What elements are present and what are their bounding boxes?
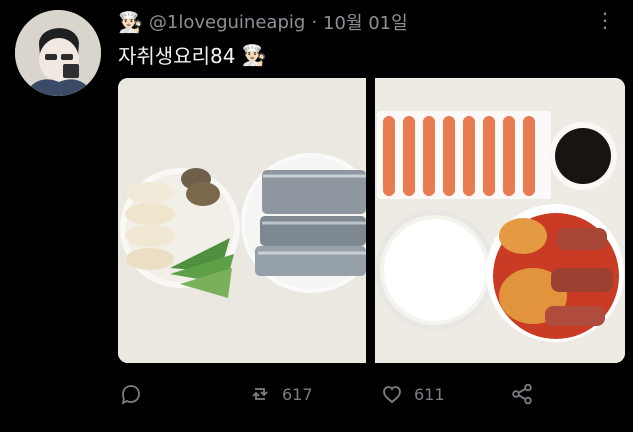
photo-right[interactable] xyxy=(375,78,625,363)
tweet-actions: 617 611 xyxy=(118,382,613,412)
avatar[interactable] xyxy=(15,10,101,96)
media-grid[interactable] xyxy=(118,78,625,363)
reply-icon xyxy=(121,385,140,405)
chef-emoji-trailing: 👨🏻‍🍳 xyxy=(241,42,267,67)
like-count: 611 xyxy=(414,384,445,404)
share-button[interactable] xyxy=(510,382,534,406)
retweet-count: 617 xyxy=(282,384,313,404)
heart-icon xyxy=(383,386,401,404)
retweet-icon xyxy=(252,388,268,400)
chef-emoji: 👨🏻‍🍳 xyxy=(118,10,143,34)
tweet-text-body: 자취생요리84 xyxy=(118,44,236,68)
avatar-illustration xyxy=(15,10,101,96)
like-button[interactable]: 611 xyxy=(380,382,445,406)
retweet-button[interactable]: 617 xyxy=(248,382,313,406)
tweet-text: 자취생요리84 👨🏻‍🍳 xyxy=(118,40,266,69)
user-handle[interactable]: @1loveguineapig xyxy=(149,12,305,33)
reply-button[interactable] xyxy=(118,382,152,406)
separator-dot: · xyxy=(311,11,318,33)
fish-and-vegetables-photo xyxy=(118,78,366,363)
tweet-date[interactable]: 10월 01일 xyxy=(323,9,408,35)
more-icon[interactable]: ⋮ xyxy=(595,8,615,32)
shrimp-rice-stew-photo xyxy=(375,78,625,363)
tweet-header: 👨🏻‍🍳 @1loveguineapig · 10월 01일 xyxy=(118,10,613,34)
photo-left[interactable] xyxy=(118,78,366,363)
share-icon xyxy=(512,383,532,405)
